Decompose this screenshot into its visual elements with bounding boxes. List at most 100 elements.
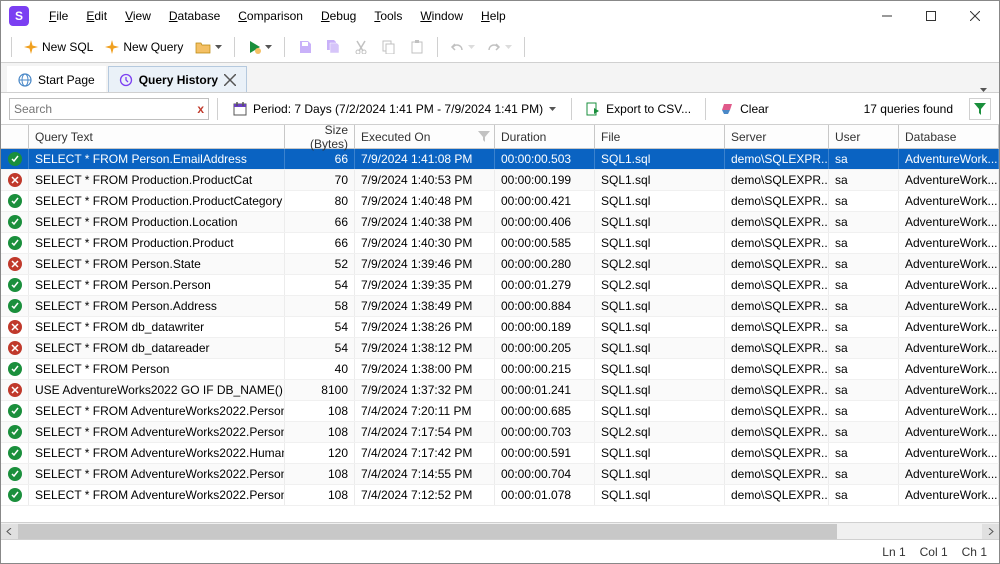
close-button[interactable] [953,2,997,30]
query-cell: SELECT * FROM AdventureWorks2022.HumanRe… [29,443,285,463]
header-user[interactable]: User [829,125,899,148]
horizontal-scrollbar[interactable] [1,522,999,539]
menu-window[interactable]: Window [412,5,471,27]
chevron-down-icon [265,45,272,49]
header-size[interactable]: Size (Bytes) [285,125,355,148]
exec-cell: 7/9/2024 1:40:53 PM [355,170,495,190]
dur-cell: 00:00:00.884 [495,296,595,316]
search-input[interactable] [14,102,197,116]
period-dropdown[interactable]: Period: 7 Days (7/2/2024 1:41 PM - 7/9/2… [226,98,563,120]
exec-cell: 7/9/2024 1:38:26 PM [355,317,495,337]
table-row[interactable]: SELECT * FROM db_datareader547/9/2024 1:… [1,338,999,359]
new-sql-button[interactable]: New SQL [20,35,97,59]
menu-comparison[interactable]: Comparison [230,5,311,27]
header-database[interactable]: Database [899,125,999,148]
paste-button[interactable] [405,35,429,59]
minimize-button[interactable] [865,2,909,30]
header-status[interactable] [1,125,29,148]
table-row[interactable]: SELECT * FROM AdventureWorks2022.Person.… [1,401,999,422]
menu-view[interactable]: View [117,5,159,27]
funnel-icon[interactable] [478,131,490,143]
redo-button[interactable] [483,35,516,59]
maximize-button[interactable] [909,2,953,30]
tab-label: Start Page [38,73,95,87]
header-executed-on[interactable]: Executed On [355,125,495,148]
table-row[interactable]: SELECT * FROM AdventureWorks2022.Person.… [1,464,999,485]
redo-icon [487,40,501,54]
export-csv-button[interactable]: Export to CSV... [580,98,697,120]
grid-body[interactable]: SELECT * FROM Person.EmailAddress667/9/2… [1,149,999,522]
status-cell [1,443,29,463]
exec-cell: 7/9/2024 1:39:35 PM [355,275,495,295]
header-query-text[interactable]: Query Text [29,125,285,148]
table-row[interactable]: SELECT * FROM db_datawriter547/9/2024 1:… [1,317,999,338]
menu-debug[interactable]: Debug [313,5,364,27]
table-row[interactable]: SELECT * FROM Production.Product667/9/20… [1,233,999,254]
chevron-down-icon [505,45,512,49]
table-row[interactable]: SELECT * FROM Person.EmailAddress667/9/2… [1,149,999,170]
play-icon [247,40,261,54]
error-icon [8,257,22,271]
table-row[interactable]: SELECT * FROM Person.Address587/9/2024 1… [1,296,999,317]
table-row[interactable]: SELECT * FROM AdventureWorks2022.HumanRe… [1,443,999,464]
filter-toggle-button[interactable] [969,98,991,120]
table-row[interactable]: SELECT * FROM Production.ProductCat707/9… [1,170,999,191]
undo-button[interactable] [446,35,479,59]
file-cell: SQL1.sql [595,317,725,337]
user-cell: sa [829,149,899,169]
new-query-button[interactable]: New Query [101,35,187,59]
sparkle-icon [24,40,38,54]
scroll-left-button[interactable] [1,524,18,539]
file-cell: SQL1.sql [595,485,725,505]
search-box[interactable]: x [9,98,209,120]
menu-file[interactable]: File [41,5,76,27]
query-cell: SELECT * FROM Person.Address [29,296,285,316]
table-row[interactable]: SELECT * FROM Person.State527/9/2024 1:3… [1,254,999,275]
user-cell: sa [829,296,899,316]
tab-start-page[interactable]: Start Page [7,66,106,92]
table-row[interactable]: SELECT * FROM AdventureWorks2022.Person.… [1,422,999,443]
menu-database[interactable]: Database [161,5,228,27]
save-all-button[interactable] [321,35,345,59]
clear-search-button[interactable]: x [197,102,204,116]
query-cell: USE AdventureWorks2022 GO IF DB_NAME() <… [29,380,285,400]
copy-button[interactable] [377,35,401,59]
header-duration[interactable]: Duration [495,125,595,148]
scroll-thumb[interactable] [18,524,837,539]
save-button[interactable] [293,35,317,59]
tab-close-button[interactable] [224,74,236,86]
exec-cell: 7/9/2024 1:40:38 PM [355,212,495,232]
execute-button[interactable] [243,35,276,59]
scroll-track[interactable] [18,524,982,539]
server-cell: demo\SQLEXPR... [725,443,829,463]
menu-help[interactable]: Help [473,5,514,27]
file-cell: SQL1.sql [595,212,725,232]
error-icon [8,320,22,334]
table-row[interactable]: SELECT * FROM Person407/9/2024 1:38:00 P… [1,359,999,380]
header-server[interactable]: Server [725,125,829,148]
clear-history-button[interactable]: Clear [714,98,775,120]
table-row[interactable]: SELECT * FROM Person.Person547/9/2024 1:… [1,275,999,296]
menu-edit[interactable]: Edit [78,5,115,27]
table-row[interactable]: SELECT * FROM Production.Location667/9/2… [1,212,999,233]
scroll-right-button[interactable] [982,524,999,539]
header-file[interactable]: File [595,125,725,148]
tab-query-history[interactable]: Query History [108,66,247,92]
table-row[interactable]: USE AdventureWorks2022 GO IF DB_NAME() <… [1,380,999,401]
cut-button[interactable] [349,35,373,59]
open-button[interactable] [191,35,226,59]
dur-cell: 00:00:00.704 [495,464,595,484]
server-cell: demo\SQLEXPR... [725,170,829,190]
file-cell: SQL1.sql [595,149,725,169]
status-cell [1,338,29,358]
user-cell: sa [829,338,899,358]
history-icon [119,73,133,87]
table-row[interactable]: SELECT * FROM AdventureWorks2022.Person.… [1,485,999,506]
size-cell: 66 [285,212,355,232]
table-row[interactable]: SELECT * FROM Production.ProductCategory… [1,191,999,212]
menu-tools[interactable]: Tools [366,5,410,27]
db-cell: AdventureWork... [899,443,999,463]
tab-dropdown-button[interactable] [974,88,993,92]
server-cell: demo\SQLEXPR... [725,212,829,232]
user-cell: sa [829,359,899,379]
